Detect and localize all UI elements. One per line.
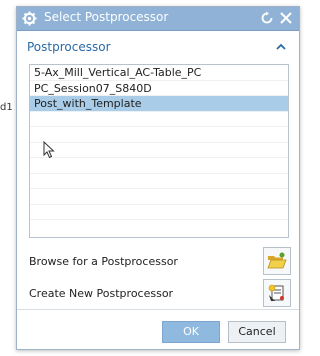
list-empty-row xyxy=(30,143,288,158)
list-empty-row xyxy=(30,189,288,205)
background-text-fragment: d1 xyxy=(0,102,13,113)
list-empty-row xyxy=(30,174,288,189)
create-postprocessor-row: Create New Postprocessor xyxy=(29,279,291,309)
create-postprocessor-button[interactable] xyxy=(263,279,291,307)
close-icon[interactable] xyxy=(279,11,293,25)
cancel-button[interactable]: Cancel xyxy=(228,321,286,343)
list-item[interactable]: PC_Session07_S840D xyxy=(30,81,288,96)
browse-postprocessor-row: Browse for a Postprocessor xyxy=(29,247,291,277)
dialog-title: Select Postprocessor xyxy=(44,10,169,24)
postprocessor-list[interactable]: 5-Ax_Mill_Vertical_AC-Table_PC PC_Session… xyxy=(29,64,289,238)
list-empty-row xyxy=(30,205,288,220)
open-folder-icon xyxy=(267,252,287,269)
ok-button[interactable]: OK xyxy=(162,321,220,343)
section-title: Postprocessor xyxy=(27,40,111,54)
reset-icon[interactable] xyxy=(260,11,274,25)
postprocessor-section-header[interactable]: Postprocessor xyxy=(17,37,299,59)
browse-postprocessor-button[interactable] xyxy=(263,247,291,275)
gear-icon xyxy=(22,11,37,26)
list-item[interactable]: Post_with_Template xyxy=(30,96,288,112)
select-postprocessor-dialog: Select Postprocessor Postprocessor 5-Ax_… xyxy=(16,6,300,350)
browse-label: Browse for a Postprocessor xyxy=(29,255,178,268)
dialog-titlebar[interactable]: Select Postprocessor xyxy=(17,7,299,31)
list-empty-row xyxy=(30,158,288,174)
new-postprocessor-icon xyxy=(268,284,284,301)
create-label: Create New Postprocessor xyxy=(29,287,174,300)
list-empty-row xyxy=(30,127,288,143)
list-item[interactable]: 5-Ax_Mill_Vertical_AC-Table_PC xyxy=(30,65,288,81)
footer-divider xyxy=(17,309,299,310)
chevron-up-icon[interactable] xyxy=(275,41,287,53)
mouse-pointer-icon xyxy=(43,141,55,159)
list-empty-row xyxy=(30,112,288,127)
